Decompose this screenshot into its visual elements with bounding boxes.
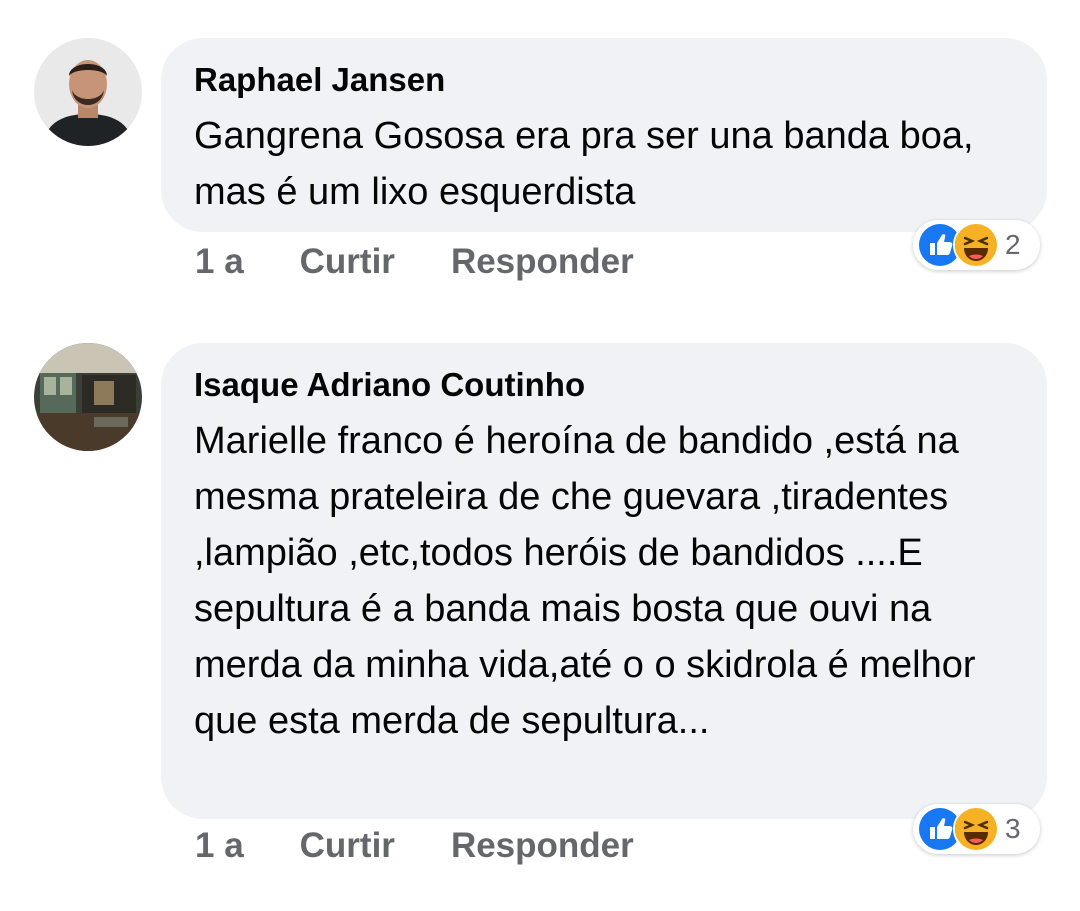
avatar[interactable]	[34, 38, 142, 146]
comment: Raphael Jansen Gangrena Gososa era pra s…	[0, 0, 1080, 300]
haha-icon	[953, 806, 999, 852]
like-button[interactable]: Curtir	[300, 242, 395, 282]
like-button[interactable]: Curtir	[300, 826, 395, 866]
comment-bubble: Isaque Adriano Coutinho Marielle franco …	[161, 343, 1047, 819]
comment: Isaque Adriano Coutinho Marielle franco …	[0, 305, 1080, 911]
comment-actions: 1 a Curtir Responder	[195, 826, 634, 866]
reaction-count: 3	[1005, 813, 1021, 844]
comment-text: Marielle franco é heroína de bandido ,es…	[194, 420, 976, 742]
comment-author[interactable]: Isaque Adriano Coutinho	[194, 365, 1013, 405]
comment-bubble: Raphael Jansen Gangrena Gososa era pra s…	[161, 38, 1047, 232]
avatar-photo	[34, 343, 142, 451]
comment-actions: 1 a Curtir Responder	[195, 242, 634, 282]
avatar-photo	[34, 38, 142, 146]
reactions-summary[interactable]: 3	[913, 804, 1040, 854]
reaction-count: 2	[1005, 229, 1021, 260]
avatar[interactable]	[34, 343, 142, 451]
comment-author[interactable]: Raphael Jansen	[194, 60, 1013, 100]
comment-timestamp[interactable]: 1 a	[195, 242, 244, 282]
haha-icon	[953, 222, 999, 268]
reply-button[interactable]: Responder	[451, 826, 634, 866]
reply-button[interactable]: Responder	[451, 242, 634, 282]
comment-text: Gangrena Gososa era pra ser una banda bo…	[194, 115, 974, 213]
reactions-summary[interactable]: 2	[913, 220, 1040, 270]
comment-timestamp[interactable]: 1 a	[195, 826, 244, 866]
